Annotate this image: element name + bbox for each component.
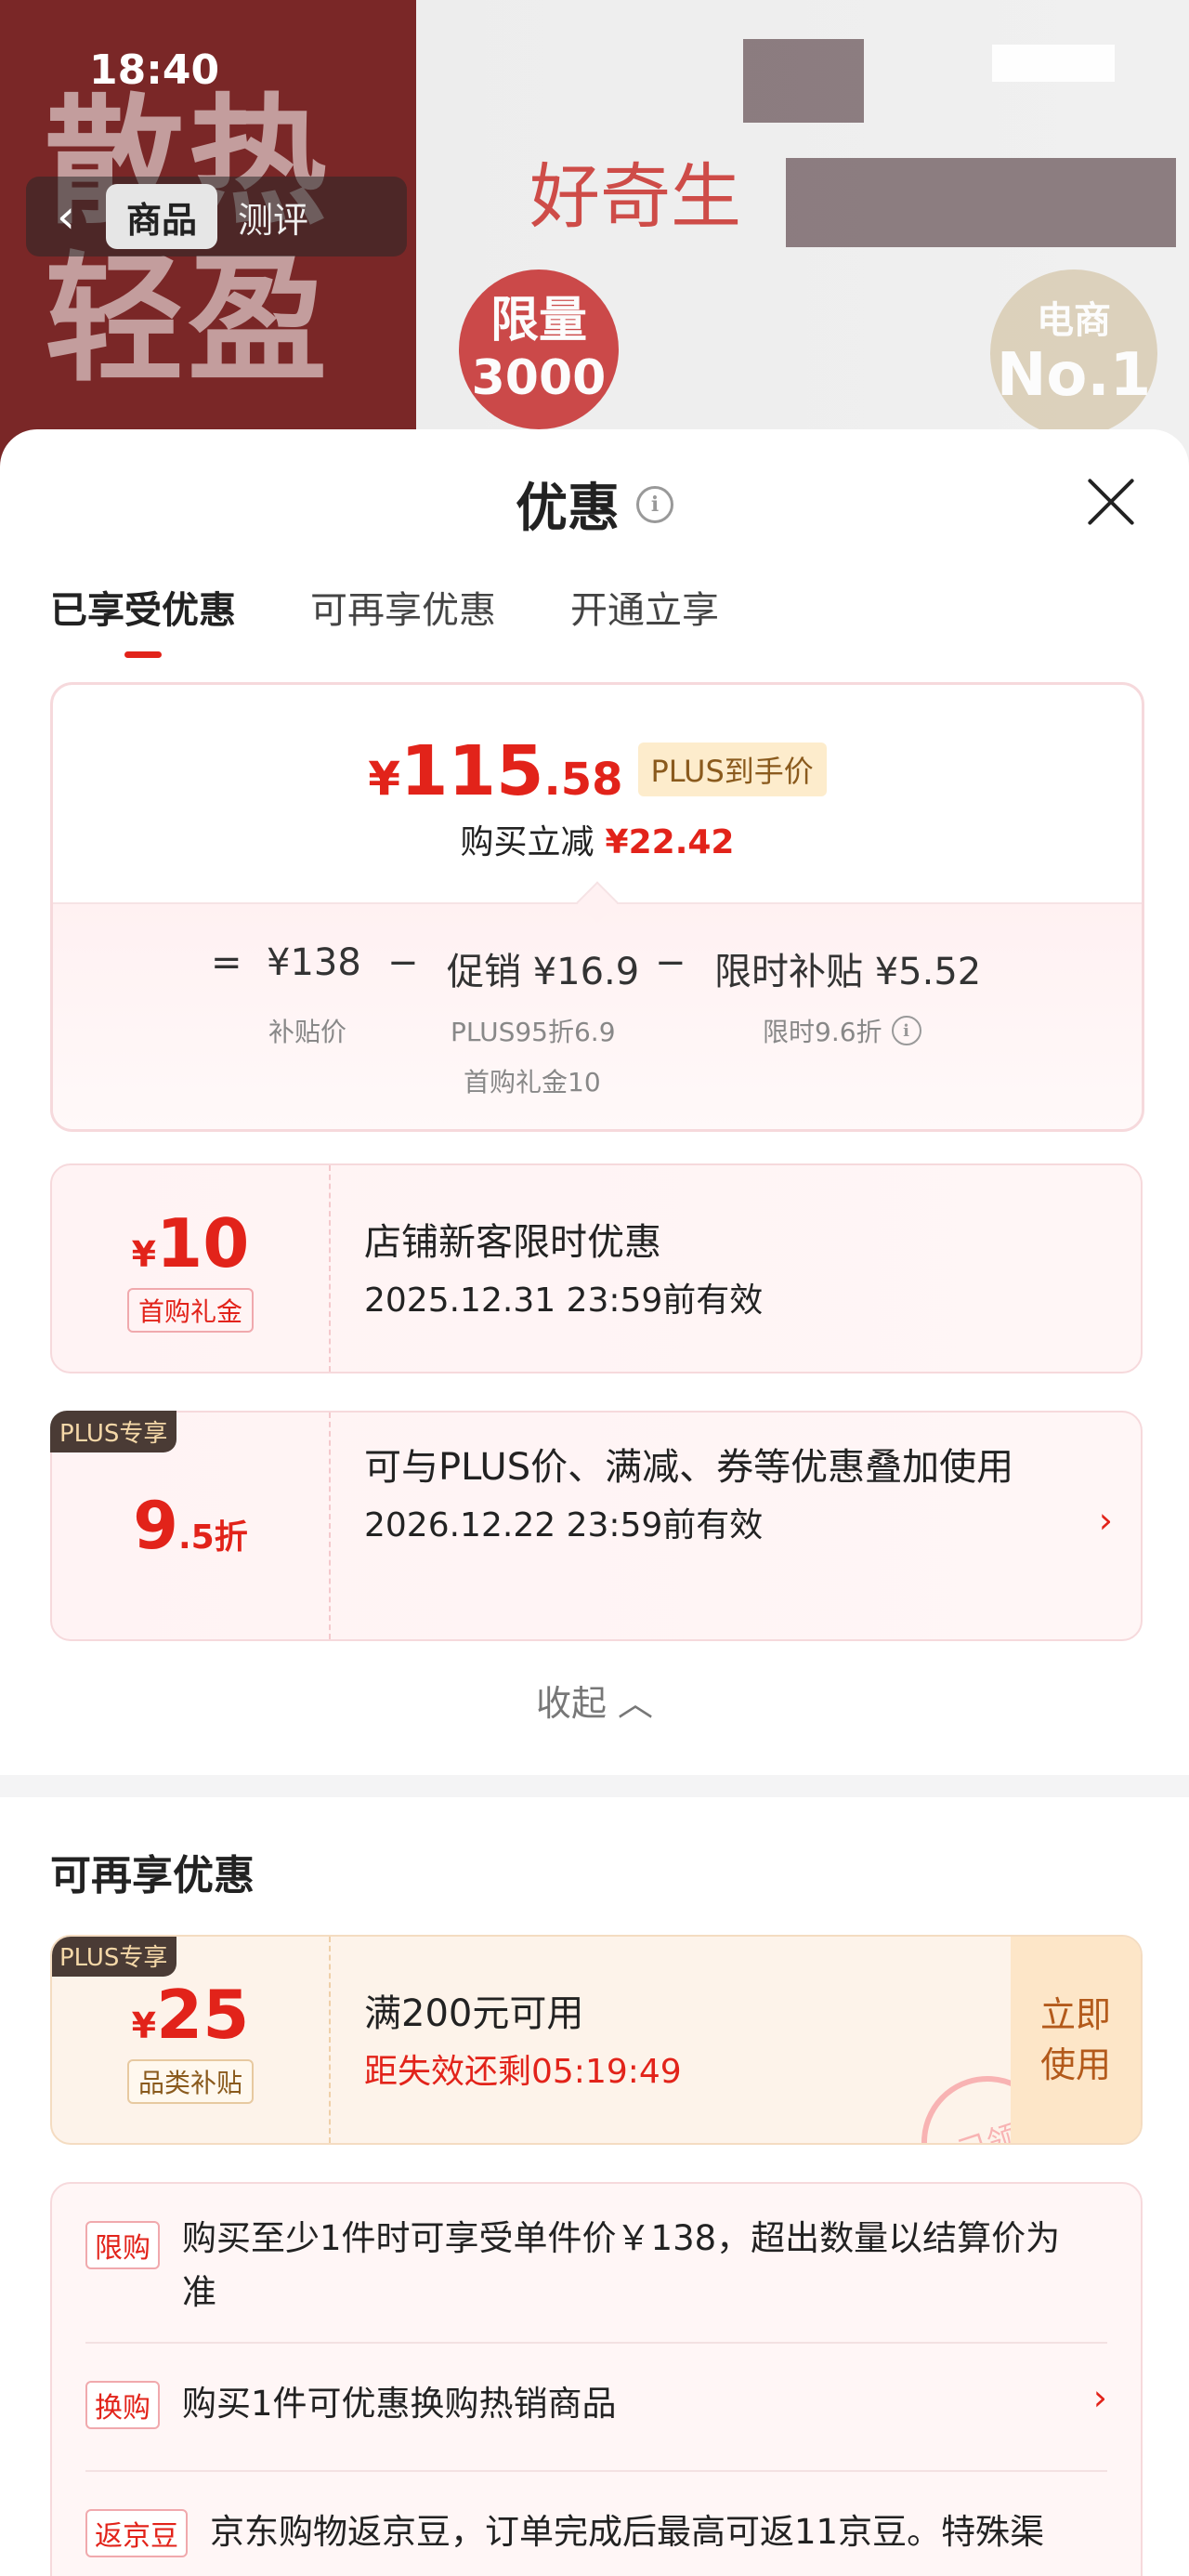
tab-enjoyed[interactable]: 已享受优惠 [50, 580, 236, 658]
more-discounts-title: 可再享优惠 [50, 1852, 255, 1899]
rank-badge: 电商 No.1 [990, 269, 1157, 437]
coupon-title: 可与PLUS价、满减、券等优惠叠加使用 [364, 1446, 1014, 1489]
rule-tag: 限购 [85, 2221, 160, 2269]
rule-text: 购买至少1件时可享受单件价￥138，超出数量以结算价为准 [182, 2218, 1061, 2312]
rule-tag: 换购 [85, 2381, 160, 2429]
tab-membership[interactable]: 开通立享 [570, 580, 719, 658]
product-header: 散热 轻盈 好奇生 限量 3000 电商 No.1 18:40 ‹ 商品 测评 [0, 0, 1189, 483]
coupon-countdown: 距失效还剩05:19:49 [364, 2053, 682, 2091]
subsidy-detail: 限时9.6折 i [763, 1012, 921, 1049]
brand-text: 好奇生 [529, 155, 741, 238]
rule-text: 购买1件可优惠换购热销商品 [182, 2384, 617, 2424]
plus-price-tag: PLUS到手价 [637, 743, 827, 796]
final-price: ¥115.58 [368, 731, 623, 811]
nav-tab-review[interactable]: 测评 [217, 184, 329, 249]
rule-text: 京东购物返京豆，订单完成后最高可返11京豆。特殊渠 [210, 2512, 1045, 2552]
purchase-rules: 限购 购买至少1件时可享受单件价￥138，超出数量以结算价为准 换购 购买1件可… [50, 2182, 1143, 2576]
rule-tag: 返京豆 [85, 2509, 188, 2557]
coupon-title: 店铺新客限时优惠 [364, 1221, 661, 1264]
coupon-amount: ¥25 [131, 1976, 250, 2054]
rule-exchange[interactable]: 换购 购买1件可优惠换购热销商品 › [85, 2344, 1107, 2472]
rule-limit: 限购 购买至少1件时可享受单件价￥138，超出数量以结算价为准 [85, 2212, 1107, 2344]
close-button[interactable] [1083, 474, 1139, 530]
subsidy-amount: 限时补贴 ¥5.52 [714, 951, 982, 993]
base-price: ¥138 [267, 941, 361, 984]
promo-detail: PLUS95折6.9 [451, 1017, 616, 1047]
redacted-block [743, 39, 864, 123]
status-time: 18:40 [89, 46, 220, 94]
discount-rate: 9.5折 [133, 1488, 248, 1564]
promo-amount: 促销 ¥16.9 [447, 951, 640, 993]
chevron-right-icon: › [1098, 1500, 1113, 1541]
base-price-label: 补贴价 [268, 1017, 347, 1047]
coupon-validity: 2025.12.31 23:59前有效 [364, 1281, 764, 1320]
price-breakdown-card: ¥115.58 PLUS到手价 购买立减 ¥22.42 = ¥138 − 促销 ¥… [50, 682, 1144, 1132]
coupon-plus-discount[interactable]: 9.5折 PLUS专享 可与PLUS价、满减、券等优惠叠加使用 2026.12.… [50, 1411, 1143, 1641]
discount-sheet: 优惠 i 已享受优惠 可再享优惠 开通立享 ¥115.58 PLUS到手价 购买… [0, 429, 1189, 2576]
redacted-block [992, 45, 1115, 82]
limit-badge: 限量 3000 [459, 269, 619, 429]
section-divider [0, 1775, 1189, 1797]
back-button[interactable]: ‹ [26, 177, 106, 256]
use-now-button[interactable]: 立即 使用 [1011, 1937, 1141, 2143]
redacted-block [786, 158, 1176, 247]
chevron-right-icon: › [1092, 2377, 1107, 2418]
price-formula: = ¥138 − 促销 ¥16.9 − 限时补贴 ¥5.52 [211, 941, 982, 993]
collapse-button[interactable]: 收起 ︿ [0, 1675, 1189, 1726]
coupon-type: 首购礼金 [126, 1288, 254, 1333]
nav-tab-product[interactable]: 商品 [106, 184, 218, 249]
product-nav: ‹ 商品 测评 [26, 177, 407, 256]
chevron-up-icon: ︿ [618, 1683, 654, 1724]
rule-jd-beans: 返京豆 京东购物返京豆，订单完成后最高可返11京豆。特殊渠 [85, 2472, 1107, 2576]
discount-tabs: 已享受优惠 可再享优惠 开通立享 [50, 580, 719, 658]
chevron-left-icon: ‹ [57, 190, 75, 243]
coupon-title: 满200元可用 [364, 1992, 584, 2035]
plus-ribbon: PLUS专享 [50, 1411, 177, 1452]
coupon-first-purchase: ¥10 首购礼金 店铺新客限时优惠 2025.12.31 23:59前有效 [50, 1163, 1143, 1373]
tab-more[interactable]: 可再享优惠 [310, 580, 496, 658]
info-icon[interactable]: i [891, 1016, 921, 1045]
promo-detail: 首购礼金10 [464, 1067, 601, 1097]
save-line: 购买立减 ¥22.42 [460, 823, 735, 861]
coupon-category-subsidy: ¥25 品类补贴 PLUS专享 满200元可用 距失效还剩05:19:49 已领… [50, 1935, 1143, 2145]
coupon-validity: 2026.12.22 23:59前有效 [364, 1506, 764, 1544]
coupon-type: 品类补贴 [126, 2059, 254, 2104]
plus-ribbon: PLUS专享 [52, 1937, 177, 1977]
coupon-amount: ¥10 [131, 1204, 250, 1282]
info-icon[interactable]: i [636, 485, 673, 523]
sheet-title: 优惠 i [0, 467, 1189, 542]
